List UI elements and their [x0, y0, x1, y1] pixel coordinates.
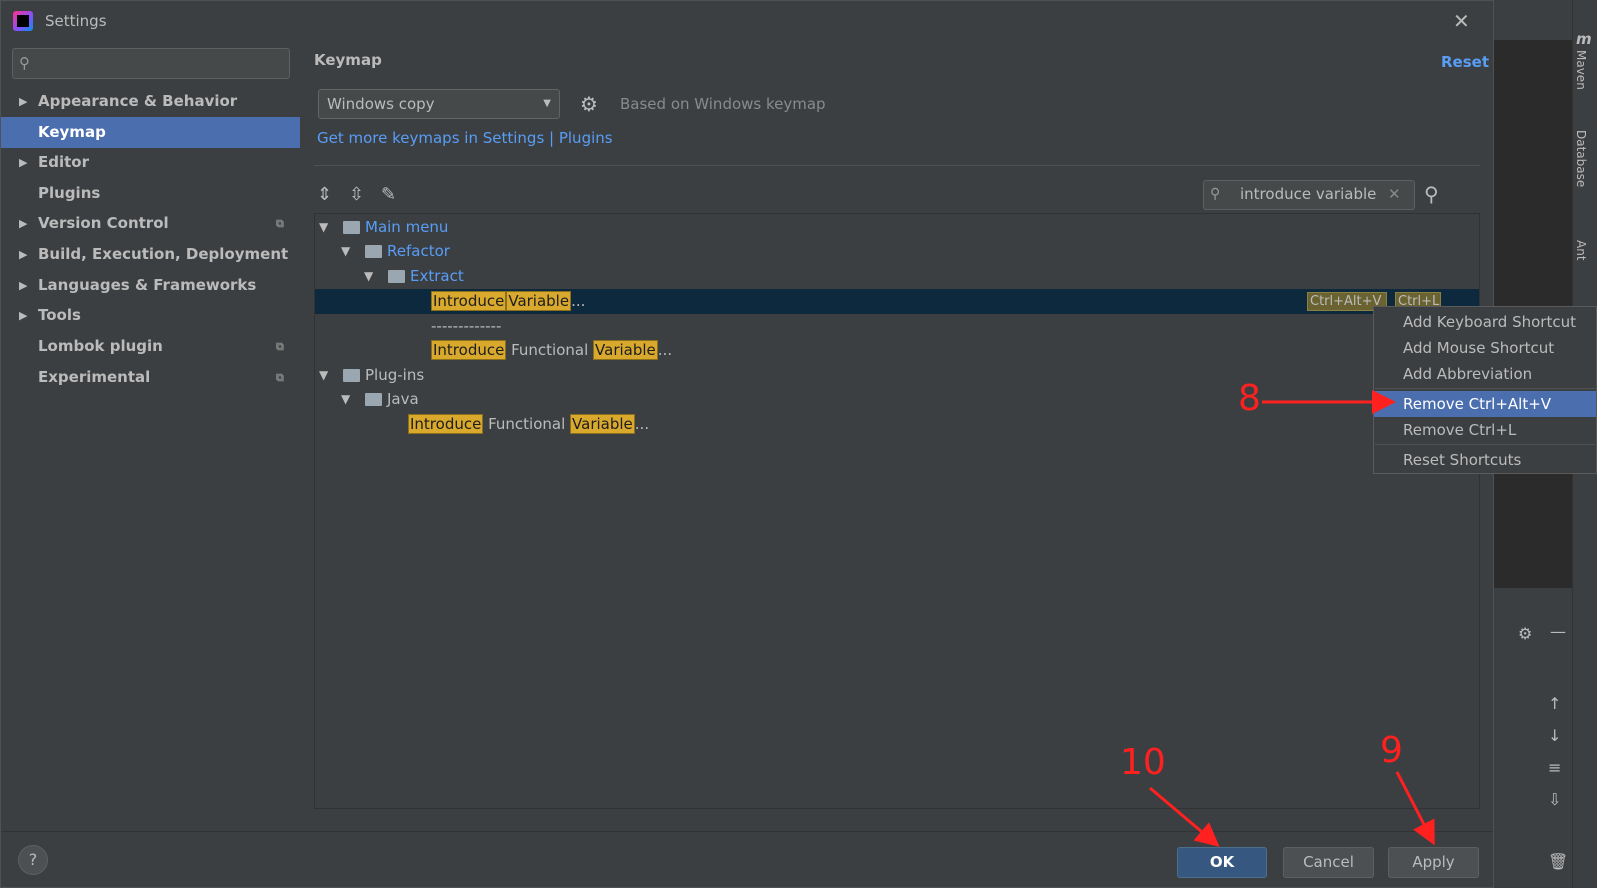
- sidebar-item-plugins[interactable]: Plugins: [1, 178, 300, 209]
- intellij-logo-icon: [13, 11, 33, 31]
- folder-icon: [388, 270, 405, 283]
- collapse-arrow-icon[interactable]: ▼: [341, 387, 350, 412]
- annotation-8: 8: [1238, 378, 1261, 419]
- search-highlight: Introduce: [408, 414, 484, 434]
- reset-link[interactable]: Reset: [1441, 53, 1489, 71]
- help-button[interactable]: ?: [18, 845, 48, 875]
- arrow-down-icon[interactable]: ↓: [1548, 726, 1561, 745]
- menu-item-remove-ctrl-alt-v[interactable]: Remove Ctrl+Alt+V: [1374, 391, 1596, 417]
- title-bar: Settings ✕: [1, 1, 1493, 41]
- dialog-footer: ? OK Cancel Apply: [1, 831, 1493, 887]
- tree-node-main-menu[interactable]: ▼ Main menu: [315, 215, 1479, 240]
- project-settings-icon: ⧉: [276, 217, 284, 230]
- collapse-arrow-icon[interactable]: ▼: [364, 264, 373, 289]
- window-title: Settings: [45, 12, 107, 30]
- divider: [314, 165, 1480, 166]
- sidebar-item-keymap[interactable]: Keymap: [1, 117, 300, 148]
- search-highlight: Variable: [570, 414, 635, 434]
- find-shortcut-icon[interactable]: ⚲: [1424, 182, 1439, 206]
- menu-item-add-abbreviation[interactable]: Add Abbreviation: [1374, 361, 1596, 387]
- keymap-select[interactable]: Windows copy ▼: [318, 89, 560, 119]
- collapse-arrow-icon[interactable]: ▼: [341, 239, 350, 264]
- tree-node-java[interactable]: ▼ Java: [315, 387, 1479, 412]
- menu-item-add-mouse-shortcut[interactable]: Add Mouse Shortcut: [1374, 335, 1596, 361]
- folder-icon: [365, 393, 382, 406]
- sidebar-item-languages[interactable]: ▶ Languages & Frameworks: [1, 270, 300, 301]
- tree-node-refactor[interactable]: ▼ Refactor: [315, 239, 1479, 264]
- expand-arrow-icon: ▶: [19, 309, 28, 322]
- keymap-search-input[interactable]: ⚲ introduce variable ✕: [1203, 180, 1415, 210]
- expand-all-icon[interactable]: ⇕: [317, 184, 332, 205]
- folder-icon: [343, 369, 360, 382]
- search-highlight: Variable: [506, 291, 572, 311]
- search-icon: ⚲: [1210, 186, 1221, 202]
- collapse-arrow-icon[interactable]: ▼: [319, 215, 328, 240]
- expand-arrow-icon: ▶: [19, 156, 28, 169]
- tab-maven[interactable]: Maven: [1574, 50, 1588, 90]
- based-on-label: Based on Windows keymap: [620, 95, 826, 113]
- close-icon[interactable]: ✕: [1453, 9, 1470, 33]
- keymap-tree: ▼ Main menu ▼ Refactor ▼ Extract Introdu…: [314, 213, 1480, 809]
- context-menu: Add Keyboard Shortcut Add Mouse Shortcut…: [1373, 306, 1597, 474]
- tree-row-introduce-variable[interactable]: Introduce Variable... Ctrl+Alt+V Ctrl+L: [315, 289, 1479, 314]
- sidebar-item-experimental[interactable]: Experimental ⧉: [1, 362, 300, 393]
- keymap-panel: Keymap Reset Windows copy ▼ ⚙ Based on Wi…: [300, 41, 1493, 831]
- search-highlight: Introduce: [431, 291, 507, 311]
- menu-divider: [1375, 388, 1595, 389]
- chevron-down-icon: ▼: [543, 98, 551, 109]
- maven-icon[interactable]: m: [1576, 30, 1592, 48]
- search-highlight: Variable: [593, 340, 658, 360]
- menu-folder-icon: [343, 221, 360, 234]
- tree-separator: -------------: [431, 317, 502, 335]
- page-title: Keymap: [314, 51, 382, 69]
- settings-search-input[interactable]: ⚲: [12, 48, 290, 79]
- soft-wrap-icon[interactable]: ≡: [1548, 758, 1561, 777]
- minimize-icon[interactable]: —: [1550, 622, 1566, 641]
- sidebar-item-appearance[interactable]: ▶ Appearance & Behavior: [1, 86, 300, 117]
- collapse-all-icon[interactable]: ⇳: [349, 184, 364, 205]
- menu-item-reset-shortcuts[interactable]: Reset Shortcuts: [1374, 447, 1596, 473]
- project-settings-icon: ⧉: [276, 371, 284, 384]
- ok-button[interactable]: OK: [1177, 847, 1267, 878]
- sidebar-item-build[interactable]: ▶ Build, Execution, Deployment: [1, 239, 300, 270]
- sidebar-item-tools[interactable]: ▶ Tools: [1, 300, 300, 331]
- expand-arrow-icon: ▶: [19, 95, 28, 108]
- tree-node-plugins[interactable]: ▼ Plug-ins: [315, 363, 1479, 388]
- tree-row-java-introduce-functional-variable[interactable]: Introduce Functional Variable...: [315, 412, 1479, 437]
- gear-icon[interactable]: ⚙: [1518, 624, 1532, 643]
- annotation-9: 9: [1380, 730, 1403, 771]
- get-more-keymaps-link[interactable]: Get more keymaps in Settings | Plugins: [317, 129, 613, 147]
- tab-database[interactable]: Database: [1574, 130, 1588, 187]
- menu-item-remove-ctrl-l[interactable]: Remove Ctrl+L: [1374, 417, 1596, 443]
- clear-search-icon[interactable]: ✕: [1388, 185, 1401, 203]
- sidebar-item-version-control[interactable]: ▶ Version Control ⧉: [1, 208, 300, 239]
- arrow-up-icon[interactable]: ↑: [1548, 694, 1561, 713]
- menu-divider: [1375, 444, 1595, 445]
- settings-sidebar: ⚲ ▶ Appearance & Behavior Keymap ▶ Editor …: [1, 41, 300, 831]
- search-highlight: Introduce: [431, 340, 507, 360]
- collapse-arrow-icon[interactable]: ▼: [319, 363, 328, 388]
- settings-dialog: Settings ✕ ⚲ ▶ Appearance & Behavior Keym…: [0, 0, 1494, 888]
- tab-ant[interactable]: Ant: [1574, 240, 1588, 261]
- apply-button[interactable]: Apply: [1388, 847, 1479, 878]
- sidebar-item-editor[interactable]: ▶ Editor: [1, 147, 300, 178]
- expand-arrow-icon: ▶: [19, 217, 28, 230]
- trash-icon[interactable]: 🗑: [1548, 852, 1568, 871]
- gear-icon[interactable]: ⚙: [580, 92, 598, 116]
- folder-icon: [365, 245, 382, 258]
- project-settings-icon: ⧉: [276, 340, 284, 353]
- cancel-button[interactable]: Cancel: [1283, 847, 1374, 878]
- expand-arrow-icon: ▶: [19, 279, 28, 292]
- search-icon: ⚲: [19, 54, 30, 72]
- menu-item-add-keyboard-shortcut[interactable]: Add Keyboard Shortcut: [1374, 309, 1596, 335]
- sidebar-item-lombok[interactable]: Lombok plugin ⧉: [1, 331, 300, 362]
- expand-arrow-icon: ▶: [19, 248, 28, 261]
- annotation-10: 10: [1120, 742, 1166, 783]
- edit-pencil-icon[interactable]: ✎: [381, 184, 396, 205]
- scroll-to-end-icon[interactable]: ⇩: [1548, 790, 1561, 809]
- tree-node-extract[interactable]: ▼ Extract: [315, 264, 1479, 289]
- tree-row-introduce-functional-variable[interactable]: Introduce Functional Variable...: [315, 338, 1479, 363]
